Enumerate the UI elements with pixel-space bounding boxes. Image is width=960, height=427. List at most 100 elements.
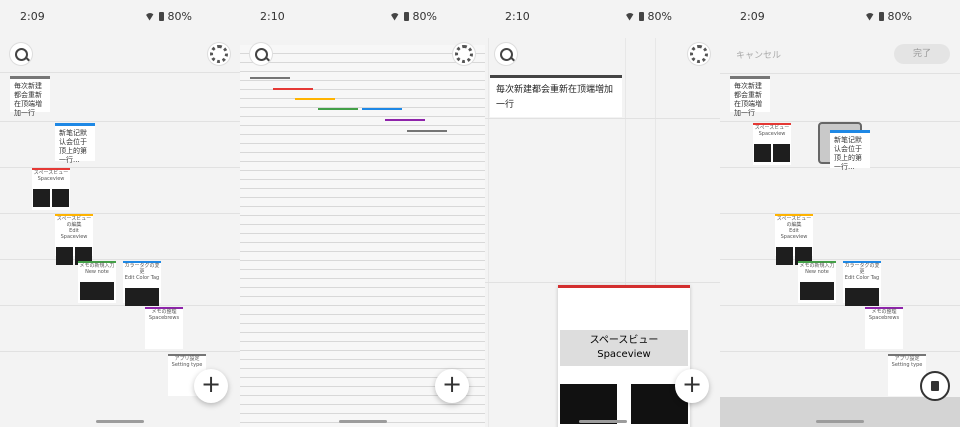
row-divider <box>720 351 960 352</box>
feature-card[interactable]: スペースビューの編集 Edit Spaceview <box>55 214 93 265</box>
mini-bar[interactable] <box>318 108 358 110</box>
card-title: カラータグの変更 <box>844 263 880 275</box>
card-subtitle: Spacebrews <box>868 315 900 321</box>
card-subtitle: Spaceview <box>37 176 65 182</box>
note-text: 毎次新建都会重新在顶端増加一行 <box>496 85 614 110</box>
battery-level: 80% <box>887 10 912 23</box>
card-subtitle: Edit Spaceview <box>780 228 808 240</box>
feature-card[interactable]: カラータグの変更 Edit Color Tag <box>843 261 881 306</box>
navigation-bar[interactable] <box>338 420 387 423</box>
row-divider <box>720 213 960 214</box>
feature-card[interactable]: スペースビュー Spaceview <box>753 123 791 165</box>
note-text: 毎次新建都会重新在顶端増加一行 <box>734 82 762 117</box>
thumbnail <box>80 282 114 300</box>
card-title: スペースビューの編集 <box>776 216 812 228</box>
thumbnails <box>753 144 791 162</box>
panel-3: 2:10 80% 毎次新建都会重新在顶端増加一行 スペースビュー Spacevie… <box>485 0 720 427</box>
time: 2:09 <box>740 10 765 23</box>
row-divider <box>0 351 240 352</box>
card-subtitle: Edit Color Tag <box>844 275 880 281</box>
battery-level: 80% <box>647 10 672 23</box>
card-subtitle: New note <box>805 269 829 275</box>
mini-bar[interactable] <box>273 88 313 90</box>
cancel-button[interactable]: キャンセル <box>736 48 781 61</box>
status-icons: 80% <box>389 10 437 23</box>
settings-button[interactable] <box>208 43 230 65</box>
row-divider <box>720 305 960 306</box>
thumbnails <box>843 288 881 306</box>
battery-level: 80% <box>412 10 437 23</box>
note-card-expanded[interactable]: 毎次新建都会重新在顶端増加一行 <box>490 75 622 117</box>
done-button[interactable]: 完了 <box>894 44 950 64</box>
feature-card[interactable]: メモの整理 Spacebrews <box>865 307 903 349</box>
add-note-button[interactable]: + <box>435 369 469 403</box>
panel-1: 2:09 80% 毎次新建都会重新在顶端増加一行 新笔记默认会位于顶上的第一行.… <box>0 0 240 427</box>
spaceview-title: スペースビュー Spaceview <box>560 330 688 366</box>
row-divider <box>0 259 240 260</box>
thumbnail <box>845 288 879 306</box>
note-card[interactable]: 毎次新建都会重新在顶端増加一行 <box>730 76 770 117</box>
row-divider <box>0 305 240 306</box>
add-note-button[interactable]: + <box>194 369 228 403</box>
thumbnail <box>52 189 69 207</box>
thumbnail <box>776 247 793 265</box>
card-subtitle: Edit Spaceview <box>60 228 88 240</box>
mini-bar[interactable] <box>362 108 402 110</box>
navigation-bar[interactable] <box>96 420 144 423</box>
trash-button[interactable] <box>920 371 950 401</box>
row-divider <box>485 118 720 119</box>
mini-bar[interactable] <box>407 130 447 132</box>
note-card[interactable]: 毎次新建都会重新在顶端増加一行 <box>10 76 50 117</box>
navigation-bar[interactable] <box>578 420 627 423</box>
feature-card[interactable]: メモの整理 Spacebrews <box>145 307 183 349</box>
time: 2:09 <box>20 10 45 23</box>
feature-card[interactable]: スペースビューの編集 Edit Spaceview <box>775 214 813 265</box>
note-card[interactable]: 新笔记默认会位于顶上的第一行... <box>55 123 95 164</box>
thumbnail <box>125 288 159 306</box>
navigation-bar[interactable] <box>816 420 864 423</box>
mini-bar[interactable] <box>250 77 290 79</box>
wifi-icon <box>144 12 155 21</box>
search-button[interactable] <box>495 43 517 65</box>
settings-button[interactable] <box>453 43 475 65</box>
thumbnail <box>33 189 50 207</box>
card-title: スペースビューの編集 <box>56 216 92 228</box>
status-bar: 2:09 80% <box>720 8 960 26</box>
card-subtitle: Edit Color Tag <box>124 275 160 281</box>
wifi-icon <box>624 12 635 21</box>
wifi-icon <box>864 12 875 21</box>
search-icon <box>14 47 28 61</box>
thumbnails <box>32 189 70 207</box>
status-bar: 2:10 80% <box>485 8 720 26</box>
thumbnail <box>754 144 771 162</box>
mini-bar[interactable] <box>295 98 335 100</box>
feature-card[interactable]: カラータグの変更 Edit Color Tag <box>123 261 161 306</box>
battery-icon <box>638 12 644 21</box>
feature-card[interactable]: メモの新規入力 New note <box>798 261 836 303</box>
row-divider <box>485 282 720 283</box>
gear-icon <box>210 45 228 63</box>
settings-button[interactable] <box>688 43 710 65</box>
panel-2: 2:10 80% + <box>240 0 485 427</box>
status-icons: 80% <box>624 10 672 23</box>
dragged-note-card[interactable]: 新笔记默认会位于顶上的第一行... <box>830 130 870 171</box>
panel-4: 2:09 80% キャンセル 完了 毎次新建都会重新在顶端増加一行 スペースビュ… <box>720 0 960 427</box>
feature-card[interactable]: スペースビュー Spaceview <box>32 168 70 210</box>
screenshot <box>560 384 617 424</box>
thumbnails <box>78 282 116 300</box>
row-divider <box>720 259 960 260</box>
feature-card[interactable]: メモの新規入力 New note <box>78 261 116 303</box>
row-divider <box>0 213 240 214</box>
card-title: カラータグの変更 <box>124 263 160 275</box>
status-icons: 80% <box>144 10 192 23</box>
mini-bar[interactable] <box>385 119 425 121</box>
spaceview-card[interactable]: スペースビュー Spaceview <box>558 285 690 427</box>
note-text: 新笔记默认会位于顶上的第一行... <box>834 136 862 171</box>
title-en: Spaceview <box>597 349 651 360</box>
search-button[interactable] <box>10 43 32 65</box>
add-note-button[interactable]: + <box>675 369 709 403</box>
search-button[interactable] <box>250 43 272 65</box>
gear-icon <box>455 45 473 63</box>
search-icon <box>254 47 268 61</box>
time: 2:10 <box>260 10 285 23</box>
